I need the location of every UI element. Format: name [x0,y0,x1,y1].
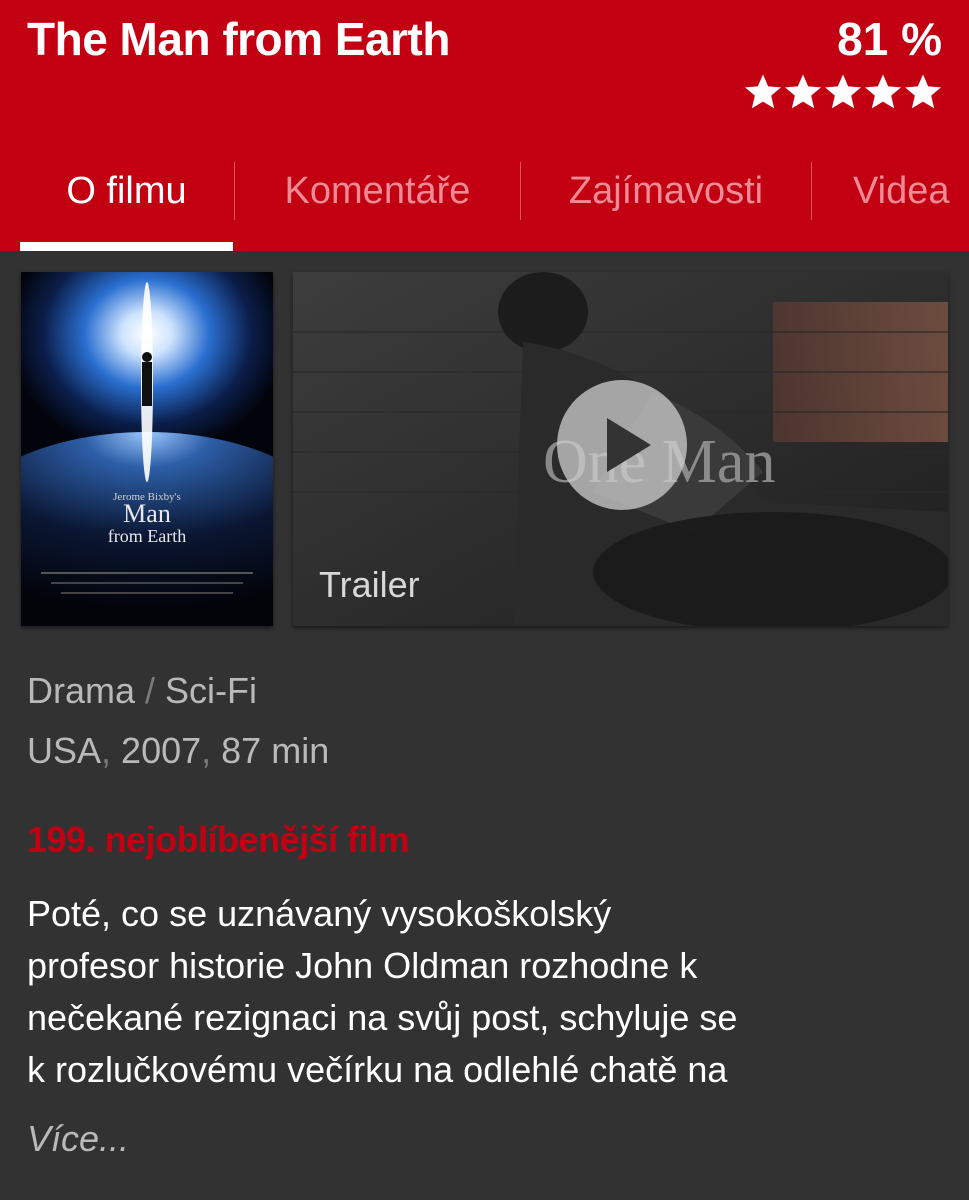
genre-list: Drama / Sci-Fi [27,670,257,712]
page-title: The Man from Earth [27,13,450,65]
more-link[interactable]: Více... [27,1118,129,1160]
meta-separator: , [201,730,222,771]
genre-separator: / [135,670,166,711]
tab-videa[interactable]: Videa [812,158,969,251]
country: USA [27,730,102,771]
poster-title-line2: from Earth [108,526,186,546]
tab-bar: O filmu Komentáře Zajímavosti Videa [0,158,969,251]
year: 2007 [121,730,202,771]
tab-zajimavosti[interactable]: Zajímavosti [521,158,811,251]
rating-percent: 81 % [837,13,942,65]
poster-title-line1: Man [123,499,171,528]
plot-line: profesor historie John Oldman rozhodne k [27,945,698,986]
play-icon[interactable] [557,380,687,510]
plot-line: Poté, co se uznávaný vysokoškolský [27,893,612,934]
popularity-rank-link[interactable]: 199. nejoblíbenější film [27,819,410,861]
star-icon [823,72,863,112]
trailer-label: Trailer [319,564,420,605]
rating-stars [743,72,943,112]
runtime: 87 min [221,730,330,771]
plot-line: k rozlučkovému večírku na odlehlé chatě … [27,1049,728,1090]
star-icon [743,72,783,112]
meta-separator: , [101,730,122,771]
tab-komentare[interactable]: Komentáře [235,158,520,251]
plot-summary: Poté, co se uznávaný vysokoškolský profe… [27,888,907,1096]
active-tab-indicator [20,242,233,251]
star-icon [903,72,943,112]
genre-item: Sci-Fi [165,670,258,711]
star-icon [783,72,823,112]
movie-poster-image: Jerome Bixby's Man from Earth [21,272,273,626]
movie-poster[interactable]: Jerome Bixby's Man from Earth [21,272,273,626]
movie-meta: USA, 2007, 87 min [27,730,329,772]
header-bar: The Man from Earth 81 % O filmu Komentář… [0,0,969,251]
trailer-thumbnail[interactable]: One Man Trailer [293,272,948,626]
star-icon [863,72,903,112]
genre-item: Drama [27,670,136,711]
tab-o-filmu[interactable]: O filmu [20,158,233,251]
plot-line: nečekané rezignaci na svůj post, schyluj… [27,997,738,1038]
